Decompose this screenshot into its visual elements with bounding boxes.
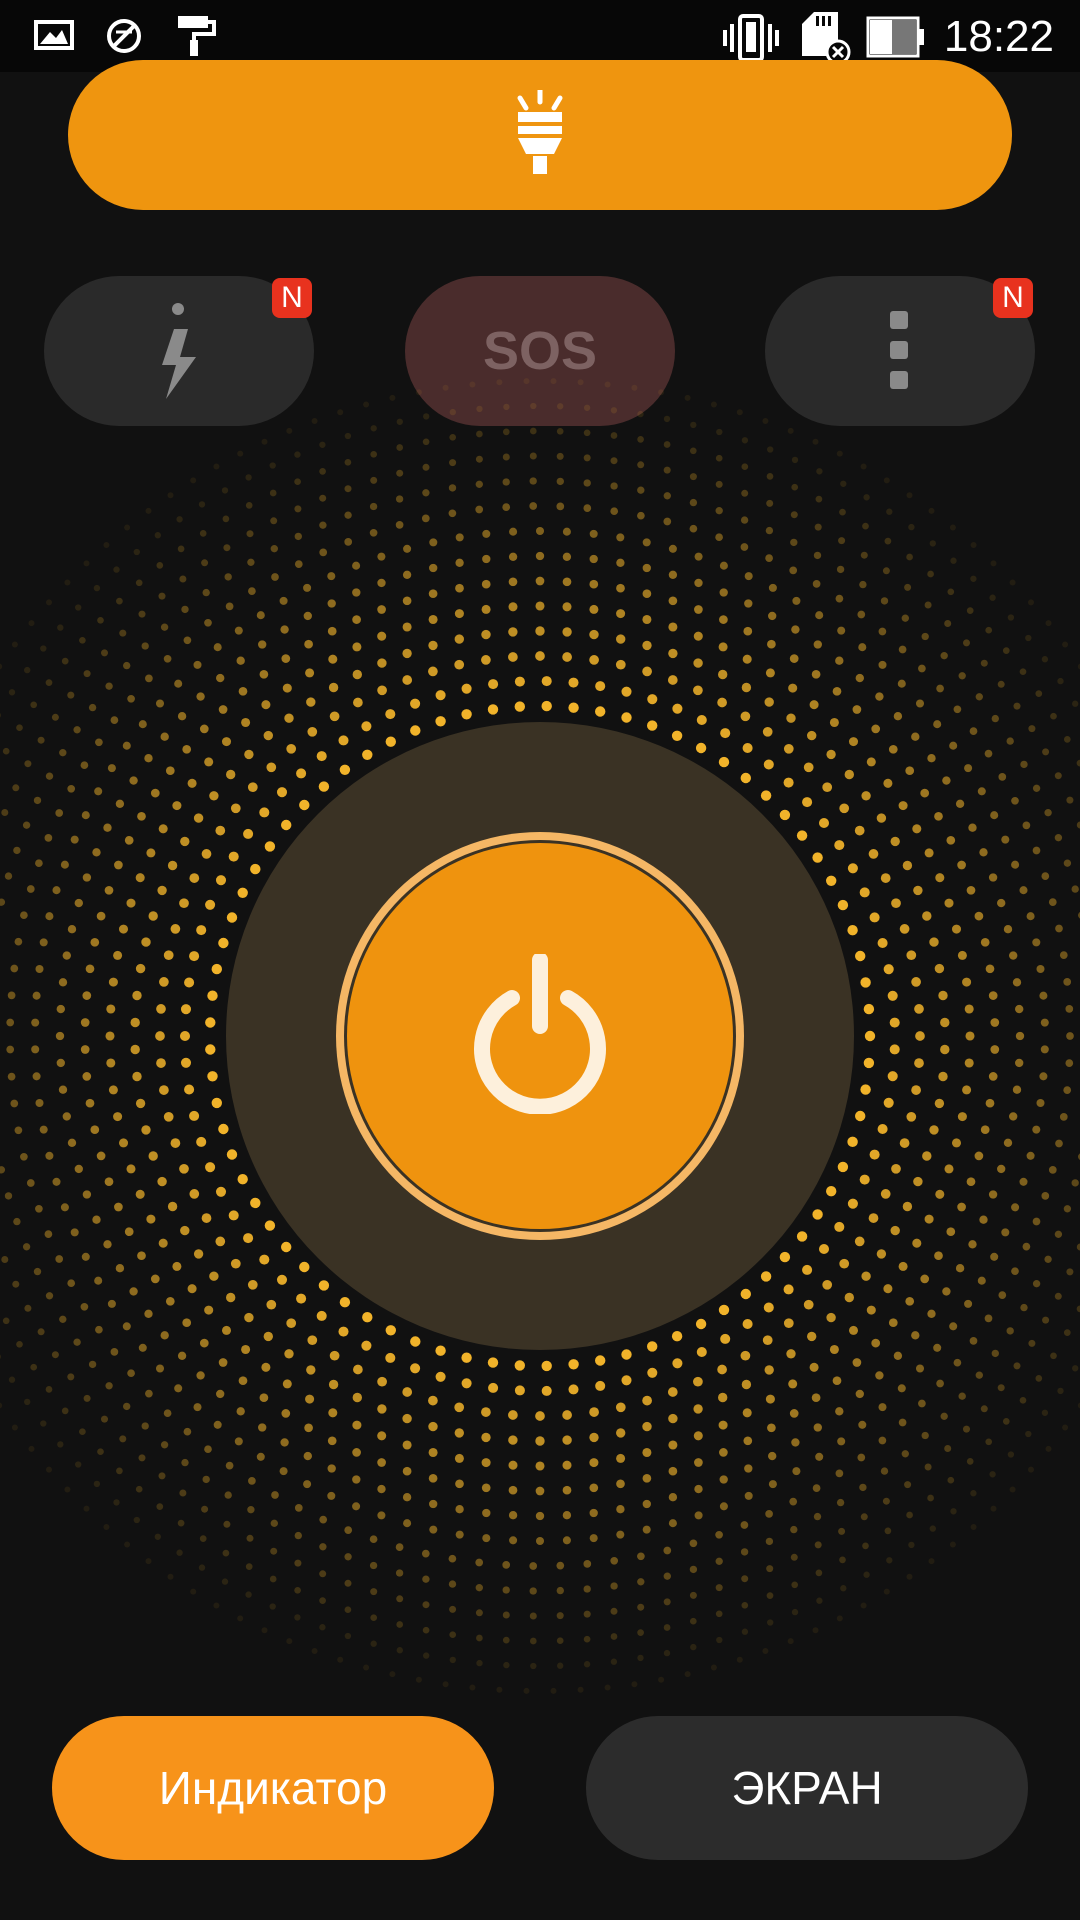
power-icon (470, 951, 610, 1119)
indicator-button[interactable]: Индикатор (52, 1716, 494, 1860)
power-button[interactable] (336, 832, 744, 1240)
screen-button[interactable]: ЭКРАН (586, 1716, 1028, 1860)
flashlight-screen: 18:22 N SOS N Индикатор ЭКРАН (0, 0, 1080, 1920)
